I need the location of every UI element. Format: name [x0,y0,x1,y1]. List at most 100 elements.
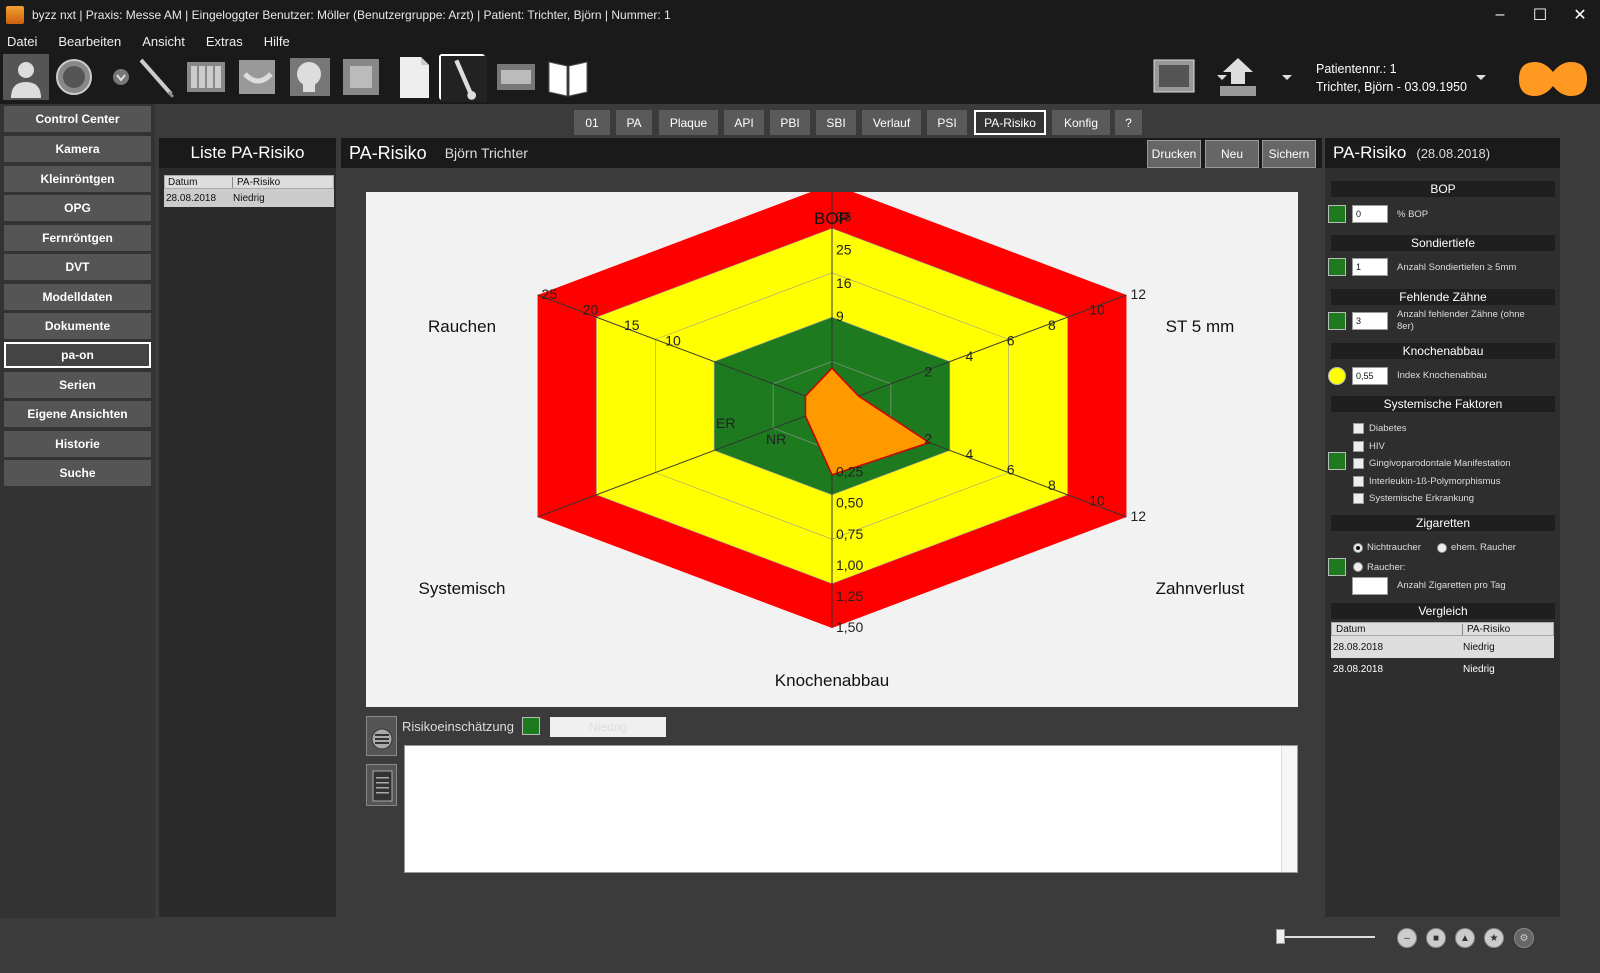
tab-pa[interactable]: PA [616,110,652,135]
nav-suche[interactable]: Suche [4,460,151,486]
opg-icon[interactable] [235,54,281,100]
menu-bar: Datei Bearbeiten Ansicht Extras Hilfe [0,30,1600,52]
tab-psi[interactable]: PSI [927,110,967,135]
list-toggle-button[interactable] [366,716,397,756]
triangle-up-icon[interactable]: ▲ [1455,928,1475,948]
maximize-button[interactable]: ☐ [1520,0,1560,30]
teeth-input[interactable]: 3 [1352,312,1388,330]
document-icon[interactable] [391,54,437,100]
tick-label: 4 [966,348,974,364]
nav-historie[interactable]: Historie [4,431,151,457]
nav-control-center[interactable]: Control Center [4,106,151,132]
stop-icon[interactable]: ■ [1426,928,1446,948]
tick-label: 4 [966,446,974,462]
zoom-slider-handle[interactable] [1276,929,1285,944]
checkbox-diabetes[interactable] [1353,423,1364,434]
teeth-label: Anzahl fehlender Zähne (ohne 8er) [1397,309,1525,332]
model-teeth-icon[interactable] [493,54,539,100]
settings-icon[interactable]: ⚙ [1514,928,1534,948]
zoom-slider-track[interactable] [1279,936,1375,938]
axis-label-3: Knochenabbau [775,671,889,690]
notes-button[interactable] [366,764,397,806]
nav-dvt[interactable]: DVT [4,254,151,280]
tab-sbi[interactable]: SBI [816,110,856,135]
nav-serien[interactable]: Serien [4,372,151,398]
table-row[interactable]: 28.08.2018 Niedrig [1331,658,1554,680]
radio-raucher[interactable] [1353,562,1363,572]
tick-label: 1,50 [836,619,863,635]
bone-input[interactable]: 0,55 [1352,367,1388,385]
chevron-down-icon[interactable] [98,54,129,100]
checkbox-systemische-erkrankung[interactable] [1353,493,1364,504]
nav-fernroentgen[interactable]: Fernröntgen [4,225,151,251]
nav-opg[interactable]: OPG [4,195,151,221]
book-icon[interactable] [545,54,591,100]
record-icon[interactable] [54,54,100,100]
table-row[interactable]: 28.08.2018 Niedrig [164,189,334,207]
notes-textarea[interactable] [404,745,1298,873]
menu-datei[interactable]: Datei [0,34,51,49]
radio-nichtraucher[interactable] [1353,543,1363,553]
upload-dropdown-icon[interactable] [1264,54,1292,100]
dropdown-arrow-icon[interactable] [1199,54,1227,100]
tick-label: 15 [624,317,640,333]
smoking-indicator [1328,558,1346,576]
zone-label-er: ER [716,415,735,431]
star-icon[interactable]: ★ [1484,928,1504,948]
nav-kamera[interactable]: Kamera [4,136,151,162]
tick-label: 12 [1130,508,1146,524]
menu-bearbeiten[interactable]: Bearbeiten [51,34,135,49]
close-button[interactable]: ✕ [1560,0,1600,30]
minimize-button[interactable]: – [1480,0,1520,30]
print-button[interactable]: Drucken [1147,140,1201,168]
save-button[interactable]: Sichern [1262,140,1316,168]
bop-input[interactable]: 0 [1352,205,1388,223]
menu-ansicht[interactable]: Ansicht [135,34,199,49]
radio-ehem-raucher[interactable] [1437,543,1447,553]
tick-label: 0,75 [836,526,863,542]
xray-teeth-icon[interactable] [183,54,229,100]
menu-extras[interactable]: Extras [199,34,257,49]
tab-api[interactable]: API [724,110,764,135]
checkbox-gingivo[interactable] [1353,458,1364,469]
dvt-icon[interactable] [338,54,384,100]
tab-plaque[interactable]: Plaque [659,110,718,135]
nav-dokumente[interactable]: Dokumente [4,313,151,339]
tab-pa-risiko[interactable]: PA-Risiko [974,110,1046,135]
tab-verlauf[interactable]: Verlauf [862,110,921,135]
nav-kleinroentgen[interactable]: Kleinröntgen [4,166,151,192]
st-input[interactable]: 1 [1352,258,1388,276]
table-row[interactable]: 28.08.2018 Niedrig [1331,636,1554,658]
patient-icon[interactable] [3,54,49,100]
checkbox-hiv[interactable] [1353,441,1364,452]
cigarettes-per-day-input[interactable] [1352,577,1388,595]
nav-modelldaten[interactable]: Modelldaten [4,284,151,310]
systemic-indicator [1328,452,1346,470]
nav-eigene-ansichten[interactable]: Eigene Ansichten [4,401,151,427]
tick-label: 10 [1089,492,1105,508]
skull-icon[interactable] [287,54,333,100]
pa-probe-icon[interactable] [439,54,487,102]
label-systemische-erkrankung: Systemische Erkrankung [1369,493,1475,504]
tab-01[interactable]: 01 [574,110,610,135]
checkbox-interleukin[interactable] [1353,476,1364,487]
screen-export-icon[interactable] [1151,54,1197,100]
list-panel-title: Liste PA-Risiko [159,138,336,168]
tab-konfig[interactable]: Konfig [1052,110,1110,135]
label-ehem-raucher: ehem. Raucher [1451,542,1516,553]
new-button[interactable]: Neu [1205,140,1259,168]
tab-help[interactable]: ? [1115,110,1142,135]
patient-dropdown-icon[interactable] [1458,54,1486,100]
notes-scrollbar[interactable] [1281,746,1297,872]
pen-icon[interactable] [133,54,179,100]
tab-pbi[interactable]: PBI [770,110,810,135]
tick-label: 10 [1089,302,1105,318]
minus-icon[interactable]: – [1397,928,1417,948]
upload-icon[interactable] [1215,54,1261,100]
compare-col-risk: PA-Risiko [1467,623,1511,635]
nav-pa-on[interactable]: pa-on [4,342,151,368]
patient-info: Patientennr.: 1 Trichter, Björn - 03.09.… [1316,60,1467,96]
section-knochenabbau: Knochenabbau [1331,343,1555,359]
menu-hilfe[interactable]: Hilfe [257,34,304,49]
tick-label: 10 [665,333,681,349]
